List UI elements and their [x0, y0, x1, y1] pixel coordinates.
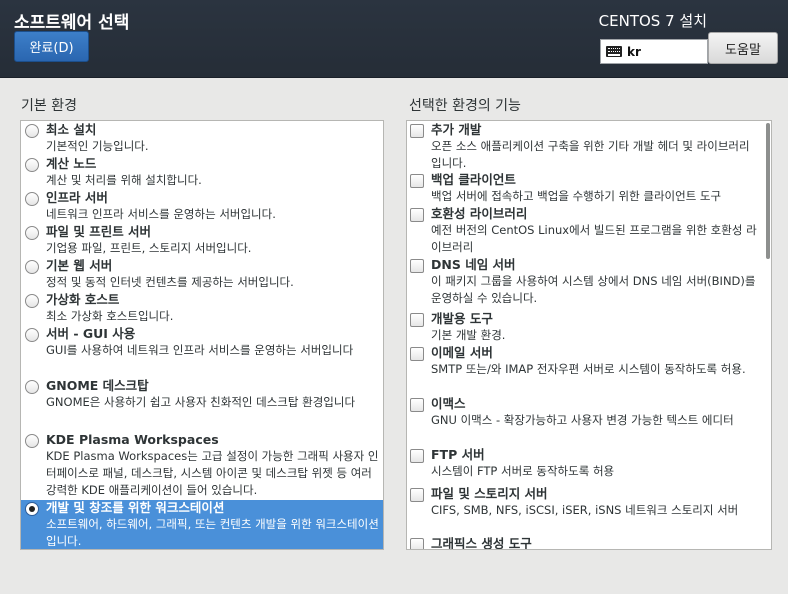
addon-desc: SMTP 또는/와 IMAP 전자우편 서버로 시스템이 동작하도록 허용.: [431, 362, 746, 376]
checkbox[interactable]: [410, 208, 424, 222]
help-button[interactable]: 도움말: [708, 32, 778, 64]
addon-name: FTP 서버: [431, 447, 485, 462]
base-env-item[interactable]: 인프라 서버네트워크 인프라 서비스를 운영하는 서버입니다.: [21, 190, 383, 223]
addon-desc: 기본 개발 환경.: [431, 328, 506, 342]
addons-heading: 선택한 환경의 기능: [409, 98, 521, 114]
base-env-item[interactable]: KDE Plasma Workspaces KDE Plasma Workspac…: [21, 432, 383, 499]
addon-name: 백업 클라이언트: [431, 172, 516, 187]
checkbox[interactable]: [410, 259, 424, 273]
base-env-desc: 계산 및 처리를 위해 설치합니다.: [46, 173, 202, 187]
checkbox[interactable]: [410, 449, 424, 463]
header-bar: 소프트웨어 선택 완료(D) CENTOS 7 설치 kr 도움말: [0, 0, 788, 78]
base-env-desc: 정적 및 동적 인터넷 컨텐츠를 제공하는 서버입니다.: [46, 275, 294, 289]
base-env-desc: 소프트웨어, 하드웨어, 그래픽, 또는 컨텐츠 개발을 위한 워크스테이션입니…: [46, 517, 379, 548]
base-env-item[interactable]: 가상화 호스트최소 가상화 호스트입니다.: [21, 292, 383, 325]
addon-item[interactable]: DNS 네임 서버이 패키지 그룹을 사용하여 시스템 상에서 DNS 네임 서…: [407, 257, 759, 307]
base-env-name: 최소 설치: [46, 122, 97, 137]
radio-button[interactable]: [25, 294, 39, 308]
addon-desc: GNU 이맥스 - 확장가능하고 사용자 변경 가능한 텍스트 에디터: [431, 413, 734, 427]
base-env-item[interactable]: 기본 웹 서버정적 및 동적 인터넷 컨텐츠를 제공하는 서버입니다.: [21, 258, 383, 291]
product-title: CENTOS 7 설치: [598, 12, 707, 30]
base-env-desc: 최소 가상화 호스트입니다.: [46, 309, 174, 323]
addon-item[interactable]: 파일 및 스토리지 서버 CIFS, SMB, NFS, iSCSI, iSER,…: [407, 486, 759, 519]
checkbox[interactable]: [410, 398, 424, 412]
done-button[interactable]: 완료(D): [14, 31, 89, 62]
base-env-item[interactable]: 계산 노드계산 및 처리를 위해 설치합니다.: [21, 156, 383, 189]
base-env-name: 계산 노드: [46, 156, 97, 171]
addon-name: 파일 및 스토리지 서버: [431, 486, 548, 501]
radio-button[interactable]: [25, 158, 39, 172]
checkbox[interactable]: [410, 538, 424, 549]
addon-desc: 예전 버전의 CentOS Linux에서 빌드된 프로그램을 위한 호환성 라…: [431, 223, 757, 254]
addon-item[interactable]: 이메일 서버 SMTP 또는/와 IMAP 전자우편 서버로 시스템이 동작하도록…: [407, 345, 759, 378]
keyboard-layout-indicator[interactable]: kr: [600, 39, 708, 64]
radio-button[interactable]: [25, 380, 39, 394]
radio-button[interactable]: [25, 434, 39, 448]
base-env-name: 기본 웹 서버: [46, 258, 113, 273]
radio-button[interactable]: [25, 260, 39, 274]
addon-item[interactable]: 개발용 도구기본 개발 환경.: [407, 311, 759, 344]
base-env-list: 최소 설치 기본적인 기능입니다. 계산 노드 계산 및 처리를 위해 설치합니다. 인…: [20, 120, 384, 550]
base-env-item[interactable]: 최소 설치기본적인 기능입니다.: [21, 122, 383, 155]
addon-name: 이맥스: [431, 396, 466, 411]
base-env-desc: 기업용 파일, 프린트, 스토리지 서버입니다.: [46, 241, 252, 255]
radio-button[interactable]: [25, 502, 39, 516]
base-env-item[interactable]: 파일 및 프린트 서버기업용 파일, 프린트, 스토리지 서버입니다.: [21, 224, 383, 257]
addon-desc: CIFS, SMB, NFS, iSCSI, iSER, iSNS 네트워크 스…: [431, 503, 739, 517]
base-env-desc: GNOME은 사용하기 쉽고 사용자 친화적인 데스크탑 환경입니다: [46, 395, 356, 409]
addon-name: 추가 개발: [431, 122, 482, 137]
page-title: 소프트웨어 선택: [14, 13, 130, 33]
addon-name: 개발용 도구: [431, 311, 493, 326]
keyboard-layout-label: kr: [627, 44, 641, 59]
addon-name: 이메일 서버: [431, 345, 493, 360]
base-env-heading: 기본 환경: [21, 98, 77, 114]
addon-item[interactable]: FTP 서버시스템이 FTP 서버로 동작하도록 허용: [407, 447, 759, 480]
base-env-name: 인프라 서버: [46, 190, 108, 205]
checkbox[interactable]: [410, 124, 424, 138]
base-env-desc: 기본적인 기능입니다.: [46, 139, 149, 153]
base-env-item[interactable]: 서버 - GUI 사용 GUI를 사용하여 네트워크 인프라 서비스를 운영하는 …: [21, 326, 383, 359]
radio-button[interactable]: [25, 124, 39, 138]
addon-item[interactable]: 그래픽스 생성 도구: [407, 536, 759, 550]
base-env-name: 서버 - GUI 사용: [46, 326, 136, 341]
keyboard-icon: [606, 46, 622, 57]
addon-desc: 시스템이 FTP 서버로 동작하도록 허용: [431, 464, 615, 478]
addon-name: 그래픽스 생성 도구: [431, 536, 532, 550]
radio-button[interactable]: [25, 192, 39, 206]
addon-desc: 오픈 소스 애플리케이션 구축을 위한 기타 개발 헤더 및 라이브러리입니다.: [431, 139, 750, 170]
checkbox[interactable]: [410, 174, 424, 188]
addon-item[interactable]: 추가 개발오픈 소스 애플리케이션 구축을 위한 기타 개발 헤더 및 라이브러…: [407, 122, 759, 172]
base-env-name: 파일 및 프린트 서버: [46, 224, 152, 239]
base-env-desc: KDE Plasma Workspaces는 고급 설정이 가능한 그래픽 사용…: [46, 449, 379, 497]
base-env-item[interactable]: GNOME 데스크탑 GNOME은 사용하기 쉽고 사용자 친화적인 데스크탑 환…: [21, 378, 383, 411]
radio-button[interactable]: [25, 226, 39, 240]
addon-name: DNS 네임 서버: [431, 257, 516, 272]
checkbox[interactable]: [410, 488, 424, 502]
base-env-desc: 네트워크 인프라 서비스를 운영하는 서버입니다.: [46, 207, 276, 221]
addon-name: 호환성 라이브러리: [431, 206, 528, 221]
base-env-name: KDE Plasma Workspaces: [46, 432, 219, 447]
addon-desc: 이 패키지 그룹을 사용하여 시스템 상에서 DNS 네임 서버(BIND)를 …: [431, 274, 756, 305]
addons-scrollbar[interactable]: [766, 123, 770, 259]
addon-item[interactable]: 호환성 라이브러리예전 버전의 CentOS Linux에서 빌드된 프로그램을…: [407, 206, 759, 256]
base-env-name: 가상화 호스트: [46, 292, 120, 307]
base-env-item[interactable]: 개발 및 창조를 위한 워크스테이션소프트웨어, 하드웨어, 그래픽, 또는 컨…: [21, 500, 383, 549]
addons-list: 추가 개발오픈 소스 애플리케이션 구축을 위한 기타 개발 헤더 및 라이브러…: [406, 120, 772, 550]
addon-desc: 백업 서버에 접속하고 백업을 수행하기 위한 클라이언트 도구: [431, 189, 722, 203]
checkbox[interactable]: [410, 313, 424, 327]
base-env-name: 개발 및 창조를 위한 워크스테이션: [46, 500, 225, 515]
base-env-name: GNOME 데스크탑: [46, 378, 149, 393]
base-env-desc: GUI를 사용하여 네트워크 인프라 서비스를 운영하는 서버입니다: [46, 343, 354, 357]
addon-item[interactable]: 백업 클라이언트백업 서버에 접속하고 백업을 수행하기 위한 클라이언트 도구: [407, 172, 759, 205]
radio-button[interactable]: [25, 328, 39, 342]
addon-item[interactable]: 이맥스 GNU 이맥스 - 확장가능하고 사용자 변경 가능한 텍스트 에디터: [407, 396, 759, 429]
checkbox[interactable]: [410, 347, 424, 361]
